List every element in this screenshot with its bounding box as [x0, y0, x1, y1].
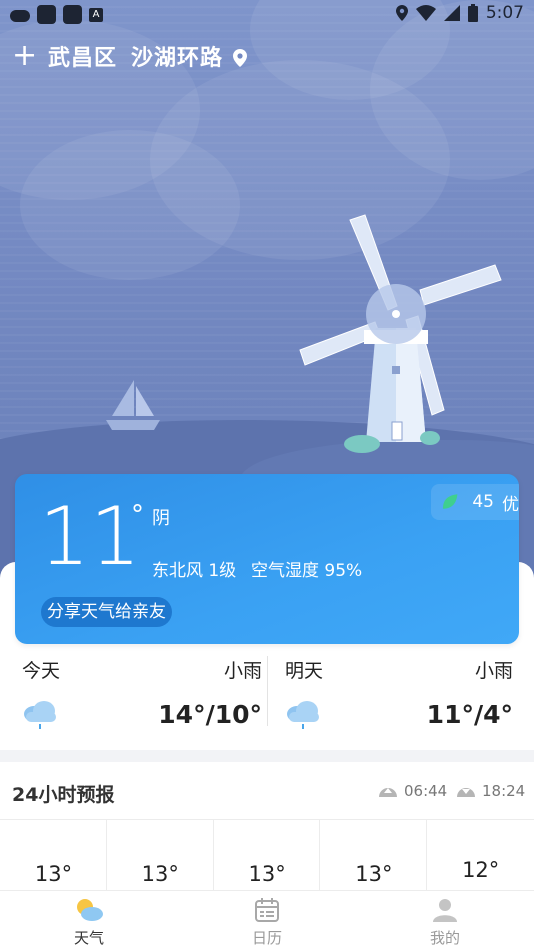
app-notification-icon: [37, 5, 56, 24]
sunset-info: 18:24: [456, 782, 525, 800]
current-condition: 阴: [152, 508, 170, 529]
clock-time: 5:07: [485, 3, 524, 23]
district-name[interactable]: 武昌区: [48, 40, 117, 72]
nav-label-weather: 天气: [73, 929, 104, 947]
hour-column: 13°: [0, 820, 107, 892]
aqi-level: 优: [502, 494, 519, 515]
cloud-shape: [20, 130, 240, 280]
nav-tab-profile[interactable]: 我的: [356, 891, 534, 950]
location-pin-icon: [233, 49, 248, 67]
location-icon: [395, 5, 408, 21]
location-header: + 武昌区 沙湖环路: [12, 40, 248, 72]
light-rain-icon: [287, 701, 319, 729]
system-icons: 5:07: [395, 3, 524, 23]
sunset-time: 18:24: [482, 782, 526, 800]
sailboat-illustration: [106, 380, 160, 430]
calendar-icon: [255, 898, 279, 922]
weather-icon: [77, 899, 103, 921]
air-quality-badge[interactable]: 45 优: [431, 484, 519, 520]
profile-icon: [433, 899, 457, 922]
light-rain-icon: [24, 701, 56, 729]
sunrise-time: 06:44: [404, 782, 448, 800]
humidity-info: 空气湿度 95%: [251, 561, 363, 581]
windmill-illustration: [299, 214, 502, 453]
nav-tab-calendar[interactable]: 日历: [178, 891, 356, 950]
add-city-button[interactable]: +: [12, 41, 37, 71]
today-temperature-range: 14°/10°: [158, 700, 262, 729]
sunrise-info: 06:44: [378, 782, 447, 800]
current-temperature: 11: [39, 490, 141, 583]
current-weather-card: 11 ° 阴 东北风 1级 空气湿度 95% 分享天气给亲友 45 优: [15, 474, 519, 644]
today-summary[interactable]: 今天 小雨 14°/10°: [22, 656, 262, 736]
hour-column: 13°: [214, 820, 321, 892]
app-notification-icon: [63, 5, 82, 24]
cloud-notification-icon: [10, 10, 30, 22]
signal-icon: [443, 5, 460, 21]
aqi-value: 45: [472, 492, 494, 512]
hour-temperature: 13°: [248, 862, 286, 886]
tomorrow-temperature-range: 11°/4°: [426, 700, 513, 729]
bottom-navigation: 天气 日历 我的: [0, 890, 534, 950]
hourly-forecast-title: 24小时预报: [12, 784, 115, 806]
share-weather-button[interactable]: 分享天气给亲友: [41, 597, 172, 627]
wifi-icon: [415, 5, 436, 21]
tomorrow-condition: 小雨: [474, 660, 513, 682]
street-name[interactable]: 沙湖环路: [131, 40, 223, 72]
degree-symbol: °: [131, 500, 144, 530]
today-condition: 小雨: [223, 660, 262, 682]
hour-temperature: 12°: [462, 858, 500, 882]
summary-divider: [267, 656, 268, 726]
wind-info: 东北风 1级: [152, 561, 237, 581]
nav-tab-weather[interactable]: 天气: [0, 891, 178, 950]
hour-temperature: 13°: [141, 862, 179, 886]
hourly-columns[interactable]: 13° 13° 13° 13° 12°: [0, 820, 534, 892]
nav-label-calendar: 日历: [251, 929, 282, 947]
battery-icon: [467, 4, 478, 22]
a-notification-icon: A: [89, 7, 103, 22]
hourly-forecast-section: 24小时预报 06:44 18:24 13° 13° 13° 13° 12°: [0, 762, 534, 892]
notification-icons: A: [10, 5, 103, 24]
status-bar: A 5:07: [0, 0, 534, 28]
hour-column: 13°: [107, 820, 214, 892]
sunrise-icon: [379, 788, 397, 797]
tomorrow-summary[interactable]: 明天 小雨 11°/4°: [285, 656, 513, 736]
hour-temperature: 13°: [355, 862, 393, 886]
section-separator: [0, 750, 534, 762]
hour-column: 13°: [320, 820, 428, 892]
sunset-icon: [457, 788, 475, 797]
leaf-icon: [442, 494, 458, 509]
today-label: 今天: [22, 660, 61, 682]
nav-label-profile: 我的: [429, 929, 460, 947]
hour-column: 12°: [427, 820, 534, 892]
hour-temperature: 13°: [34, 862, 73, 886]
tomorrow-label: 明天: [285, 660, 324, 682]
